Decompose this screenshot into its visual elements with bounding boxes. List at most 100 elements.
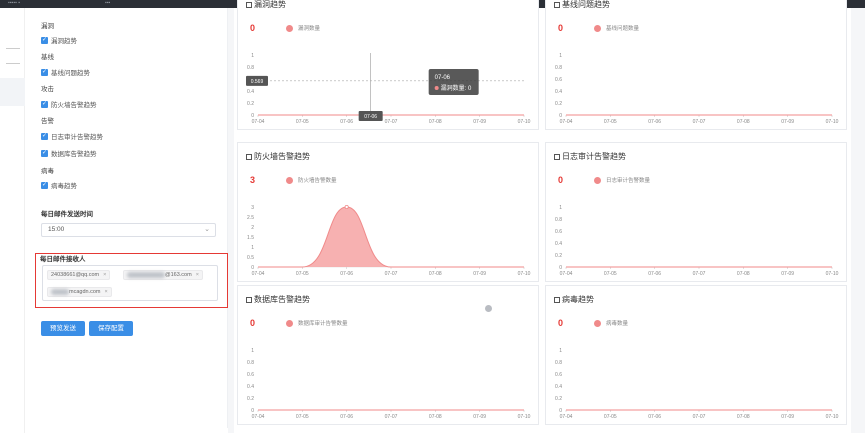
- send-time-value: 15:00: [48, 226, 65, 233]
- nav-item-active[interactable]: [0, 78, 25, 106]
- x-tick-label: 07-10: [826, 271, 839, 277]
- settings-panel: 漏洞 ✓ 漏洞趋势 基线 ✓ 基线问题趋势 攻击 ✓ 防火墙告警趋势 告警 ✓ 日志审计…: [28, 8, 228, 428]
- chart-panel-baseline: 基线问题趋势 0 基线问题数量 0 0.2 0.4 0.6 0.8 1 07-04 07-05 07-…: [545, 0, 847, 130]
- recipient-tag: 24038661@qq.com ×: [47, 270, 111, 280]
- checkbox-virus-trend[interactable]: ✓ 病毒趋势: [41, 180, 77, 190]
- recipient-tag: @163.com ×: [123, 270, 203, 280]
- chart-svg-baseline: 00.20.40.60.8107-04 07-05 07-06 07-07 07-08 0…: [555, 53, 839, 125]
- x-tick-label: 07-06: [648, 271, 661, 277]
- checkbox-logaudit-trend[interactable]: ✓ 日志审计告警趋势: [41, 131, 103, 141]
- x-tick-label: 07-05: [296, 119, 309, 125]
- y-tick-label: 0.8: [247, 65, 254, 71]
- x-tick-label: 07-04: [252, 119, 265, 125]
- x-tick-label: 07-07: [693, 414, 706, 420]
- checkbox-label: 基线问题趋势: [51, 70, 90, 77]
- y-tick-label: 0.6: [555, 77, 562, 83]
- topbar-text-mid: ▪▪▪: [105, 0, 111, 6]
- x-tick-label: 07-09: [781, 271, 794, 277]
- series-line: [258, 206, 524, 268]
- save-config-button[interactable]: 保存配置: [89, 321, 133, 336]
- column-separator: [228, 8, 234, 433]
- redaction: [127, 271, 165, 278]
- y-tick-label: 0.2: [247, 396, 254, 402]
- checkbox-baseline-trend[interactable]: ✓ 基线问题趋势: [41, 67, 90, 77]
- chart-svg-database: 00.20.40.60.8107-04 07-05 07-06 07-07 07-08 0…: [247, 348, 531, 420]
- recipient-tag-label: mcagdn.com: [69, 289, 101, 295]
- x-tick-label: 07-06: [648, 414, 661, 420]
- right-gap: [851, 8, 865, 433]
- y-tick-label: 0.4: [247, 384, 254, 390]
- x-tick-label: 07-08: [737, 271, 750, 277]
- group-heading-alert: 告警: [41, 118, 54, 125]
- x-tick-label: 07-08: [429, 119, 442, 125]
- x-tick-label: 07-07: [385, 414, 398, 420]
- checkbox-vuln-trend[interactable]: ✓ 漏洞趋势: [41, 35, 77, 45]
- chart-svg-vuln: 00.20.40.60.8107-0407-0507-0607-0707-080…: [246, 53, 531, 125]
- x-tick-label: 07-05: [604, 271, 617, 277]
- chevron-down-icon: ⌄: [204, 226, 210, 233]
- x-tick-label: 07-08: [429, 271, 442, 277]
- y-tick-label: 0.8: [555, 65, 562, 71]
- y-tick-label: 0.2: [247, 101, 254, 107]
- recipients-input[interactable]: 24038661@qq.com × @163.com × mcagdn.com ×: [42, 265, 218, 301]
- y-tick-label: 1: [559, 205, 562, 211]
- x-tick-label: 07-10: [518, 271, 531, 277]
- close-icon[interactable]: ×: [196, 272, 199, 278]
- x-tick-label: 07-10: [518, 414, 531, 420]
- y-tick-label: 1: [251, 53, 254, 59]
- x-tick-label: 07-07: [693, 271, 706, 277]
- y-cursor-value: 0.569: [251, 79, 264, 85]
- y-tick-label: 3: [251, 205, 254, 211]
- chart-panel-virus: 病毒趋势 0 病毒数量 0 0.2 0.4 0.6 0.8 1 07-04 07-05 07-06 07…: [545, 285, 847, 425]
- x-tick-label: 07-07: [385, 119, 398, 125]
- nav-item[interactable]: [6, 63, 20, 64]
- nav-item[interactable]: [6, 48, 20, 49]
- x-tick-label: 07-04: [252, 271, 265, 277]
- y-tick-label: 0.4: [555, 241, 562, 247]
- x-tick-label: 07-08: [737, 414, 750, 420]
- tooltip-value: 漏洞数量: 0: [441, 84, 472, 92]
- y-tick-label: 0.6: [555, 229, 562, 235]
- check-icon: ✓: [41, 36, 48, 44]
- close-icon[interactable]: ×: [105, 289, 108, 295]
- check-icon: ✓: [41, 181, 48, 189]
- check-icon: ✓: [41, 100, 48, 108]
- y-tick-label: 0.8: [247, 360, 254, 366]
- checkbox-firewall-trend[interactable]: ✓ 防火墙告警趋势: [41, 99, 97, 109]
- scroll-indicator[interactable]: [485, 305, 492, 312]
- close-icon[interactable]: ×: [103, 272, 106, 278]
- peak-point: [344, 205, 349, 210]
- send-time-select[interactable]: 15:00 ⌄: [41, 223, 216, 237]
- y-tick-label: 0.4: [555, 384, 562, 390]
- y-tick-label: 1: [251, 348, 254, 354]
- x-tick-label: 07-05: [604, 414, 617, 420]
- tooltip-date: 07-06: [435, 75, 451, 81]
- chart-svg-virus: 00.20.40.60.8107-04 07-05 07-06 07-07 07-08 0…: [555, 348, 839, 420]
- preview-send-button[interactable]: 预览发送: [41, 321, 85, 336]
- group-heading-vuln: 漏洞: [41, 23, 54, 30]
- x-tick-label: 07-04: [560, 119, 573, 125]
- y-tick-label: 1: [251, 245, 254, 251]
- check-icon: ✓: [41, 132, 48, 140]
- y-tick-label: 1.5: [247, 235, 254, 241]
- x-tick-label: 07-09: [473, 119, 486, 125]
- x-tick-label: 07-04: [560, 271, 573, 277]
- x-tick-label: 07-09: [473, 414, 486, 420]
- chart-panel-vuln: 漏洞趋势0漏洞数量00.20.40.60.8107-0407-0507-0607…: [237, 0, 539, 130]
- x-tick-label: 07-09: [781, 414, 794, 420]
- x-tick-label: 07-08: [429, 414, 442, 420]
- y-tick-label: 1: [559, 53, 562, 59]
- y-tick-label: 0.8: [555, 217, 562, 223]
- x-tick-label: 07-10: [518, 119, 531, 125]
- y-tick-label: 0.2: [555, 101, 562, 107]
- topbar-text-left: ▪▪▪▪▪ ▪: [8, 0, 21, 6]
- chart-svg-firewall: 00.511.522.5307-04 07-05 07-06 07-07 07-08 07…: [247, 205, 531, 277]
- checkbox-database-trend[interactable]: ✓ 数据库告警趋势: [41, 148, 97, 158]
- chart-panel-database: 数据库告警趋势 0 数据库审计告警数量 0 0.2 0.4 0.6 0.8 1 07-04 07-0…: [237, 285, 539, 425]
- y-tick-label: 0.4: [555, 89, 562, 95]
- y-tick-label: 0.4: [247, 89, 254, 95]
- x-tick-label: 07-06: [340, 119, 353, 125]
- send-time-label: 每日邮件发送时间: [41, 211, 93, 218]
- x-tick-label: 07-05: [604, 119, 617, 125]
- redaction: [51, 288, 69, 295]
